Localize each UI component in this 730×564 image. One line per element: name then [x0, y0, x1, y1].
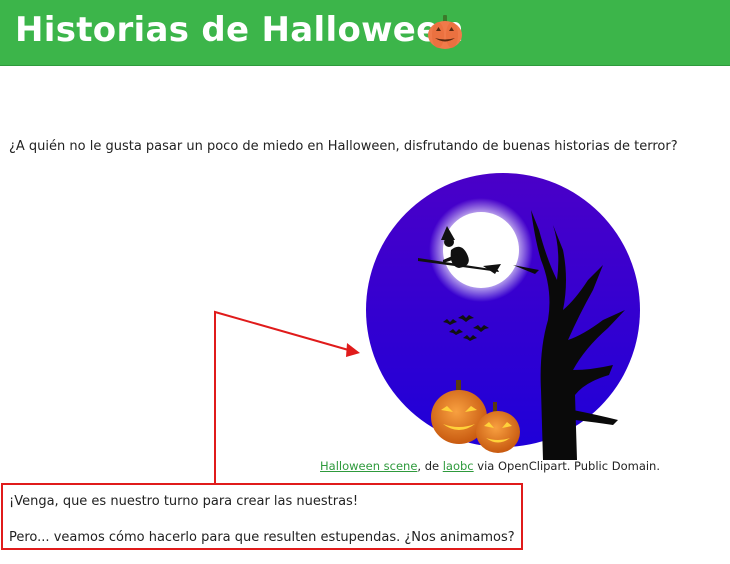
paragraph-lets-go: Pero... veamos cómo hacerlo para que res…: [9, 530, 515, 545]
page-title: Historias de Halloween: [15, 10, 465, 50]
image-caption: Halloween scene, de laobc via OpenClipar…: [200, 458, 660, 474]
caption-text-2: via OpenClipart. Public Domain.: [473, 459, 660, 473]
page-header: Historias de Halloween: [0, 0, 730, 66]
halloween-scene-image: [366, 173, 640, 460]
intro-paragraph: ¿A quién no le gusta pasar un poco de mi…: [9, 139, 678, 154]
jack-o-lantern-icon: [428, 15, 462, 49]
caption-text-1: , de: [417, 459, 443, 473]
link-halloween-scene[interactable]: Halloween scene: [320, 459, 417, 473]
link-author[interactable]: laobc: [443, 459, 474, 473]
paragraph-turn: ¡Venga, que es nuestro turno para crear …: [9, 494, 359, 509]
